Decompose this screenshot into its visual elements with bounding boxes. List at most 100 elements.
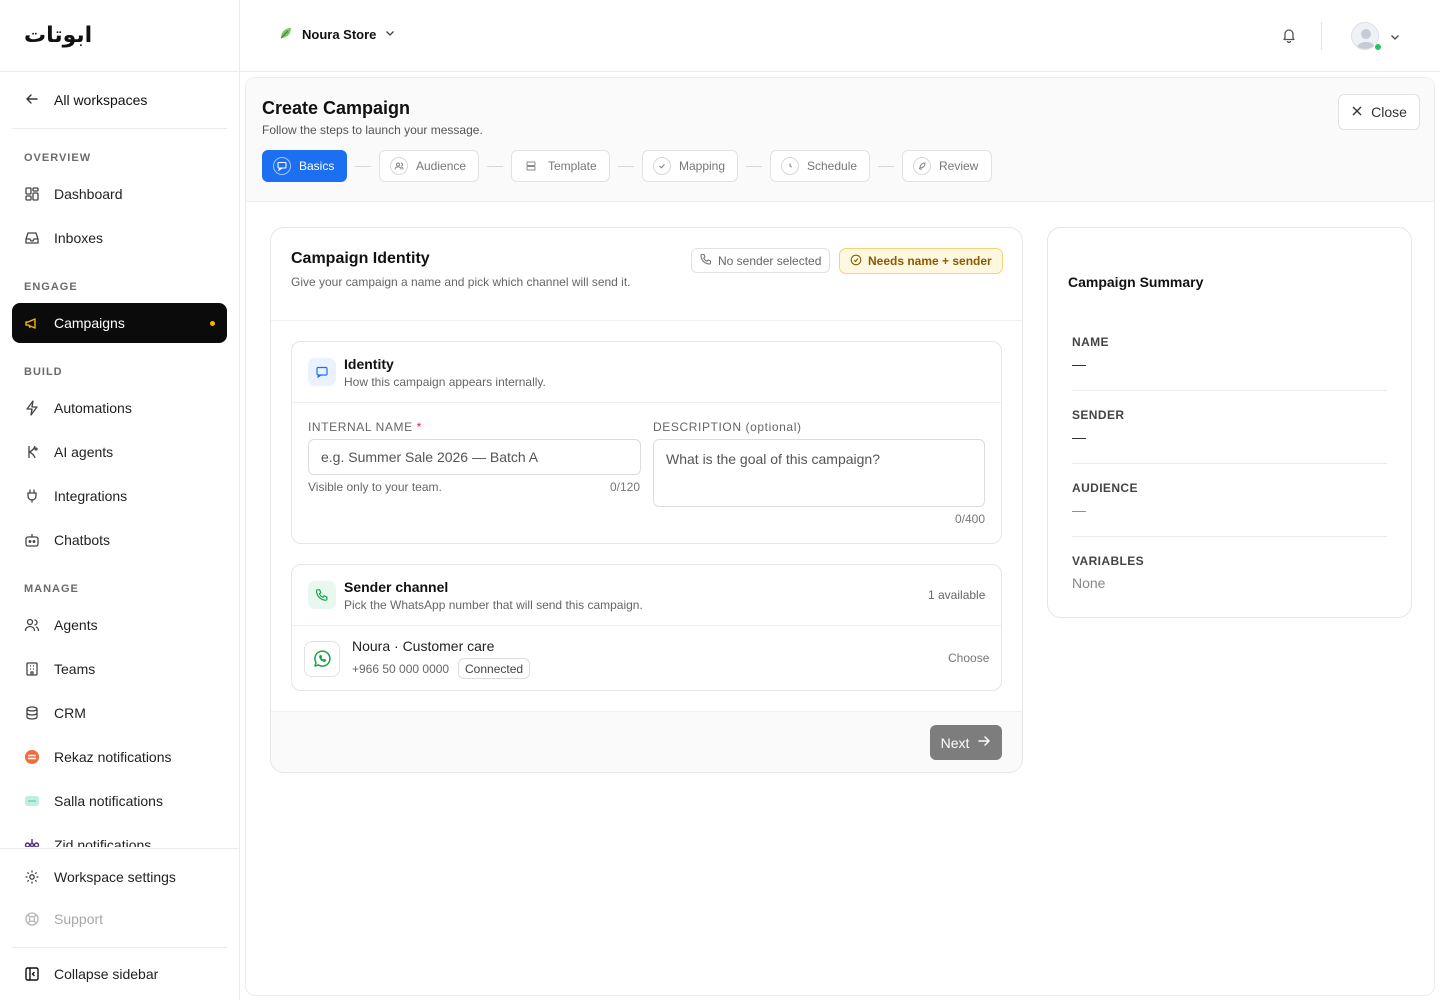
users-icon (24, 617, 40, 633)
sidebar-item-campaigns[interactable]: Campaigns (12, 303, 227, 343)
leaf-icon (278, 25, 294, 44)
step-template[interactable]: Template (511, 150, 610, 182)
next-label: Next (940, 734, 970, 751)
available-count: 1 available (928, 588, 986, 602)
message-square-icon (273, 157, 291, 175)
section-description: Pick the WhatsApp number that will send … (344, 598, 643, 612)
ai-sparkle-icon (24, 444, 40, 460)
summary-name-value: — (1072, 356, 1086, 372)
next-button[interactable]: Next (930, 725, 1002, 760)
step-basics[interactable]: Basics (262, 150, 347, 182)
divider (0, 848, 239, 849)
clock-icon (781, 157, 799, 175)
all-workspaces-label: All workspaces (54, 92, 148, 108)
topbar: Noura Store (240, 0, 1440, 72)
database-icon (24, 705, 40, 721)
sidebar-item-label: Agents (54, 617, 98, 633)
sidebar-item-integrations[interactable]: Integrations (12, 476, 227, 516)
identity-section: Identity How this campaign appears inter… (291, 341, 1002, 544)
divider (1321, 22, 1322, 50)
support-link[interactable]: Support (12, 899, 227, 939)
panel-header: Create Campaign Follow the steps to laun… (246, 78, 1434, 202)
sidebar-item-ai-agents[interactable]: AI agents (12, 432, 227, 472)
step-label: Schedule (807, 159, 858, 173)
chevron-down-icon[interactable] (1389, 30, 1401, 48)
card-title: Campaign Identity (291, 250, 430, 267)
sidebar-collapse-icon (24, 966, 40, 982)
zid-logo-icon (24, 837, 40, 847)
choose-sender-button[interactable]: Choose (948, 651, 989, 665)
summary-sender-value: — (1072, 429, 1086, 445)
divider (292, 402, 1001, 403)
sidebar-item-dashboard[interactable]: Dashboard (12, 174, 227, 214)
phone-icon (700, 253, 712, 268)
template-icon (522, 157, 540, 175)
arrow-right-icon (977, 734, 991, 751)
sender-option-name: Noura · Customer care (352, 638, 495, 654)
sidebar-item-label: Support (54, 911, 104, 927)
sidebar-item-rekaz-notifications[interactable]: Rekaz notifications (12, 737, 227, 777)
description-field[interactable]: What is the goal of this campaign? (653, 439, 985, 507)
needs-attention-badge: Needs name + sender (839, 248, 1003, 274)
sidebar-item-teams[interactable]: Teams (12, 649, 227, 689)
internal-name-label: INTERNAL NAME * (308, 420, 422, 434)
gear-icon (24, 869, 40, 885)
step-mapping[interactable]: Mapping (642, 150, 738, 182)
sender-status-pill: No sender selected (691, 248, 831, 273)
step-connector (487, 165, 503, 167)
page-title: Create Campaign (262, 98, 411, 118)
internal-name-label-text: INTERNAL NAME (308, 420, 413, 434)
sender-status-text: No sender selected (718, 253, 822, 268)
sidebar-item-label: Dashboard (54, 186, 123, 202)
plug-icon (24, 488, 40, 504)
close-button[interactable]: Close (1338, 94, 1420, 130)
salla-logo-icon (24, 793, 40, 809)
sidebar-item-label: Salla notifications (54, 793, 163, 809)
sidebar-item-crm[interactable]: CRM (12, 693, 227, 733)
connected-badge: Connected (458, 658, 531, 679)
brand-logo[interactable]: ابوتات (24, 23, 92, 48)
summary-title: Campaign Summary (1068, 274, 1204, 290)
summary-name-label: NAME (1072, 335, 1109, 349)
sidebar-item-label: Automations (54, 400, 132, 416)
divider (271, 320, 1022, 321)
sidebar-nav[interactable]: OVERVIEW Dashboard Inboxes ENGAGE Campai… (0, 129, 239, 847)
step-audience[interactable]: Audience (379, 150, 479, 182)
store-switcher[interactable]: Noura Store (278, 25, 396, 44)
step-review[interactable]: Review (902, 150, 992, 182)
check-circle-icon (653, 157, 671, 175)
sidebar-item-label: Campaigns (54, 315, 125, 331)
card-footer (271, 712, 1022, 772)
sidebar-item-salla-notifications[interactable]: Salla notifications (12, 781, 227, 821)
sidebar-item-chatbots[interactable]: Chatbots (12, 520, 227, 560)
workspace-settings-link[interactable]: Workspace settings (12, 857, 227, 897)
sidebar-item-agents[interactable]: Agents (12, 605, 227, 645)
sidebar: ابوتات All workspaces OVERVIEW Dashboard… (0, 0, 240, 1000)
internal-name-placeholder: e.g. Summer Sale 2026 — Batch A (321, 449, 539, 465)
internal-name-field[interactable]: e.g. Summer Sale 2026 — Batch A (308, 439, 641, 475)
sender-channel-section: Sender channel Pick the WhatsApp number … (291, 564, 1002, 691)
section-label-overview: OVERVIEW (24, 152, 92, 164)
chevron-down-icon (384, 27, 396, 42)
sidebar-item-inboxes[interactable]: Inboxes (12, 218, 227, 258)
stepper: Basics Audience Template Mapping Schedul… (262, 150, 992, 182)
summary-variables-label: VARIABLES (1072, 554, 1145, 568)
description-label: DESCRIPTION (optional) (653, 420, 802, 434)
message-square-icon (308, 358, 336, 386)
summary-audience-value: — (1072, 502, 1086, 518)
step-connector (746, 165, 762, 167)
step-label: Audience (416, 159, 467, 173)
sidebar-item-automations[interactable]: Automations (12, 388, 227, 428)
divider (12, 947, 227, 948)
store-name: Noura Store (302, 27, 377, 42)
sidebar-item-zid-notifications[interactable]: Zid notifications (12, 825, 227, 847)
divider (1072, 536, 1387, 537)
all-workspaces-link[interactable]: All workspaces (12, 80, 227, 120)
step-schedule[interactable]: Schedule (770, 150, 870, 182)
collapse-sidebar-button[interactable]: Collapse sidebar (12, 954, 227, 994)
bell-icon[interactable] (1281, 27, 1297, 48)
sidebar-item-label: CRM (54, 705, 86, 721)
dashboard-icon (24, 186, 40, 202)
sidebar-item-label: Zid notifications (54, 837, 152, 847)
section-description: How this campaign appears internally. (344, 375, 546, 389)
